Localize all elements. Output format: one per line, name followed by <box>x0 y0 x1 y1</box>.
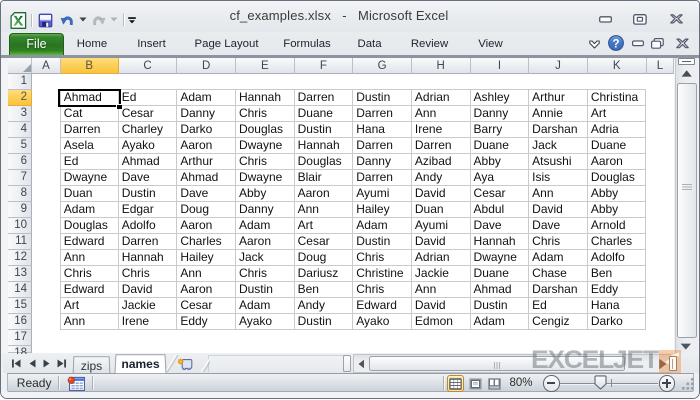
svg-text:?: ? <box>612 38 619 50</box>
